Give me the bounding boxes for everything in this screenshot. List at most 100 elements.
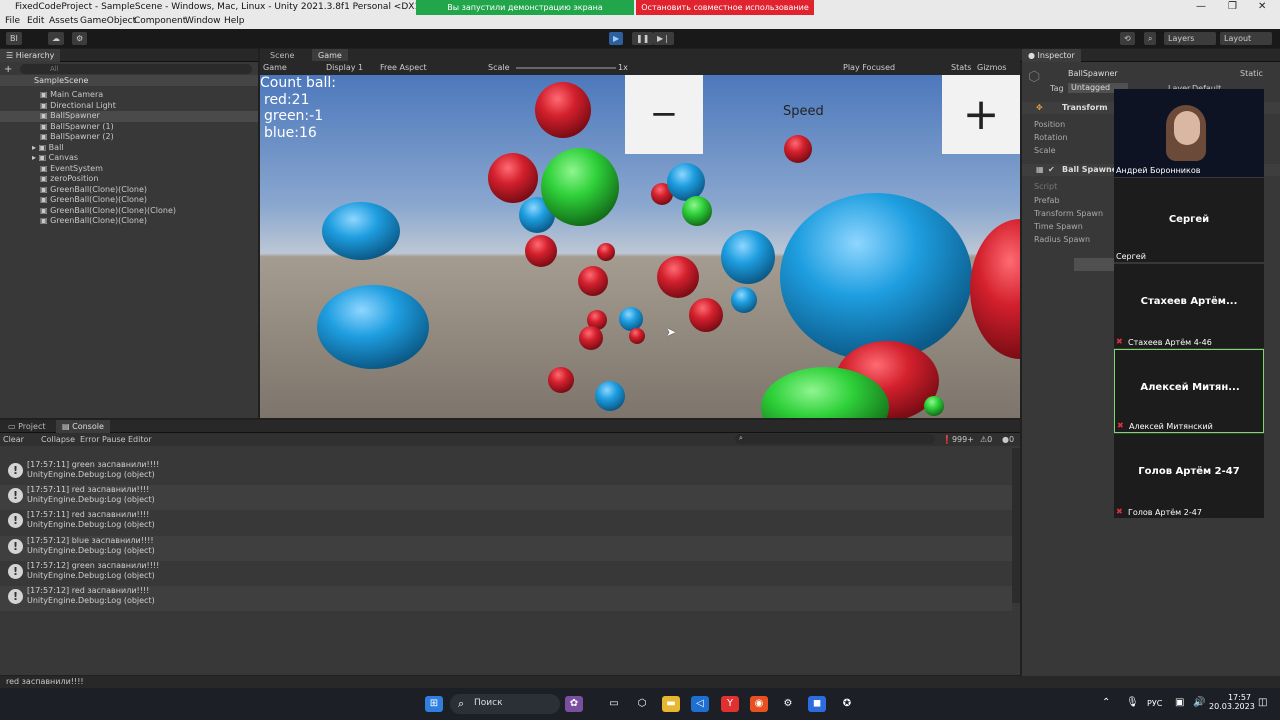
zoom-icon[interactable]: ◼ (808, 696, 826, 712)
tab-hierarchy[interactable]: ☰ Hierarchy (0, 49, 61, 62)
console-entry[interactable]: ! [17:57:12] blue заспавнили!!!! UnityEngi… (0, 536, 1012, 561)
hierarchy-item[interactable]: ▣ GreenBall(Clone)(Clone) (0, 216, 258, 227)
hierarchy-item-selected[interactable]: ▣ BallSpawner (0, 111, 258, 122)
warning-count[interactable]: ⚠0 (980, 435, 992, 444)
stats-button[interactable]: Stats (951, 63, 971, 72)
menu-file[interactable]: File (5, 16, 20, 26)
component-enabled-checkbox[interactable]: ✔ (1048, 165, 1055, 174)
hierarchy-item[interactable]: ▣ GreenBall(Clone)(Clone) (0, 185, 258, 196)
object-name-field[interactable]: BallSpawner (1068, 69, 1118, 78)
collapse-toggle[interactable]: Collapse (41, 435, 75, 444)
tray-chevron-icon[interactable]: ⌃ (1102, 697, 1110, 708)
console-entry[interactable]: ! [17:57:12] green заспавнили!!!! UnityEng… (0, 561, 1012, 586)
participant-tile[interactable]: Стахеев Артём... ✖ Стахеев Артём 4-46 (1114, 264, 1264, 348)
step-button[interactable]: ▶❘ (653, 32, 674, 45)
participant-tile[interactable]: Голов Артём 2-47 ✖ Голов Артём 2-47 (1114, 434, 1264, 518)
volume-icon[interactable]: 🔊 (1193, 697, 1205, 708)
settings-icon[interactable]: ⚙ (779, 696, 797, 712)
hierarchy-item[interactable]: ▸ ▣ Ball (0, 143, 258, 154)
play-button[interactable]: ▶ (609, 32, 624, 45)
layers-dropdown[interactable]: Layers (1164, 32, 1216, 45)
menu-assets[interactable]: Assets (49, 16, 78, 26)
game-mode-dropdown[interactable]: Game (263, 63, 287, 72)
app-icon[interactable]: ✪ (838, 696, 856, 712)
add-component-button[interactable] (1074, 258, 1114, 271)
menu-edit[interactable]: Edit (27, 16, 44, 26)
cloud-icon[interactable]: ☁ (48, 32, 64, 45)
widgets-icon[interactable]: ✿ (565, 696, 583, 712)
browser-icon[interactable]: ◉ (750, 696, 768, 712)
participant-tile-active[interactable]: Алексей Митян... ✖ Алексей Митянский (1114, 349, 1264, 433)
windows-start-icon[interactable]: ⊞ (425, 696, 443, 712)
scene-name[interactable]: SampleScene (34, 75, 88, 86)
play-focused-dropdown[interactable]: Play Focused (843, 63, 895, 72)
expand-arrow-icon[interactable]: ▸ (32, 153, 36, 162)
console-entry[interactable]: ! [17:57:11] red заспавнили!!!! UnityEngin… (0, 510, 1012, 535)
yandex-icon[interactable]: Y (721, 696, 739, 712)
console-entry[interactable]: ! [17:57:11] red заспавнили!!!! UnityEngin… (0, 485, 1012, 510)
history-icon[interactable]: ⟲ (1120, 32, 1135, 45)
info-count[interactable]: ❗999+ (942, 435, 974, 444)
close-button[interactable]: ✕ (1258, 1, 1266, 12)
mic-icon[interactable]: 🎙 (1126, 697, 1139, 708)
gizmos-button[interactable]: Gizmos (977, 63, 1006, 72)
hierarchy-item[interactable]: ▣ zeroPosition (0, 174, 258, 185)
language-indicator[interactable]: РУС (1147, 699, 1162, 708)
expand-arrow-icon[interactable]: ▸ (32, 143, 36, 152)
console-entry[interactable]: ! [17:57:11] green заспавнили!!!! UnityEng… (0, 460, 1012, 485)
hierarchy-item[interactable]: ▣ GreenBall(Clone)(Clone)(Clone) (0, 206, 258, 217)
error-count[interactable]: ●0 (1002, 435, 1014, 444)
menu-gameobject[interactable]: GameObject (80, 16, 136, 26)
display-dropdown[interactable]: Display 1 (326, 63, 363, 72)
network-icon[interactable]: ▣ (1175, 697, 1184, 708)
account-button[interactable]: BI (6, 32, 22, 45)
error-pause-toggle[interactable]: Error Pause (80, 435, 126, 444)
maximize-button[interactable]: ❐ (1228, 1, 1237, 12)
taskbar-search[interactable]: ⌕ Поиск (450, 694, 560, 714)
search-icon[interactable]: ⌕ (1144, 32, 1157, 45)
menu-bar: File Edit Assets GameObject Component Wi… (0, 15, 1280, 29)
game-viewport[interactable]: Count ball: red:21 green:-1 blue:16 − Sp… (260, 75, 1020, 418)
clear-button[interactable]: Clear (3, 435, 24, 444)
tab-console[interactable]: ▤ Console (56, 420, 110, 433)
layout-dropdown[interactable]: Layout (1220, 32, 1272, 45)
pause-button[interactable]: ❚❚ (632, 32, 654, 45)
minimize-button[interactable]: — (1196, 1, 1206, 12)
console-entry[interactable]: ! [17:57:12] red заспавнили!!!! UnityEngin… (0, 586, 1012, 611)
ball-green (682, 196, 712, 226)
menu-component[interactable]: Component (134, 16, 186, 26)
participant-tile[interactable]: Сергей Сергей (1114, 178, 1264, 262)
editor-dropdown[interactable]: Editor (128, 435, 152, 444)
hierarchy-item[interactable]: ▣ BallSpawner (2) (0, 132, 258, 143)
notification-icon[interactable]: ◫ (1258, 697, 1267, 708)
menu-help[interactable]: Help (224, 16, 245, 26)
speed-minus-button[interactable]: − (625, 75, 703, 154)
hierarchy-item[interactable]: ▣ BallSpawner (1) (0, 122, 258, 133)
participant-big-name: Стахеев Артём... (1140, 296, 1238, 307)
vscode-icon[interactable]: ◁ (691, 696, 709, 712)
hierarchy-search-input[interactable]: All (20, 64, 252, 74)
taskview-icon[interactable]: ▭ (605, 696, 623, 712)
scale-slider[interactable] (516, 67, 616, 69)
hierarchy-item[interactable]: ▣ Main Camera (0, 90, 258, 101)
hierarchy-item[interactable]: ▣ Directional Light (0, 101, 258, 112)
hierarchy-item[interactable]: ▣ EventSystem (0, 164, 258, 175)
collab-icon[interactable]: ⚙ (72, 32, 88, 45)
unity-icon[interactable]: ⬡ (633, 696, 651, 712)
static-toggle[interactable]: Static (1240, 69, 1263, 78)
hierarchy-item[interactable]: ▣ GreenBall(Clone)(Clone) (0, 195, 258, 206)
tab-project[interactable]: ▭ Project (2, 420, 51, 433)
clock[interactable]: 17:57 20.03.2023 (1209, 693, 1255, 711)
explorer-icon[interactable]: ▬ (662, 696, 680, 712)
speed-plus-button[interactable]: + (942, 75, 1020, 154)
console-scrollbar[interactable] (1012, 448, 1020, 603)
status-message[interactable]: red заспавнили!!!! (6, 677, 84, 686)
hierarchy-item[interactable]: ▸ ▣ Canvas (0, 153, 258, 164)
aspect-dropdown[interactable]: Free Aspect (380, 63, 427, 72)
menu-window[interactable]: Window (185, 16, 221, 26)
add-icon[interactable]: + (4, 64, 14, 75)
count-green: green:-1 (264, 108, 324, 124)
tab-inspector[interactable]: ● Inspector (1022, 49, 1081, 62)
stop-sharing-button[interactable]: Остановить совместное использование (636, 0, 814, 15)
console-search-input[interactable]: ⌕ (735, 434, 935, 444)
